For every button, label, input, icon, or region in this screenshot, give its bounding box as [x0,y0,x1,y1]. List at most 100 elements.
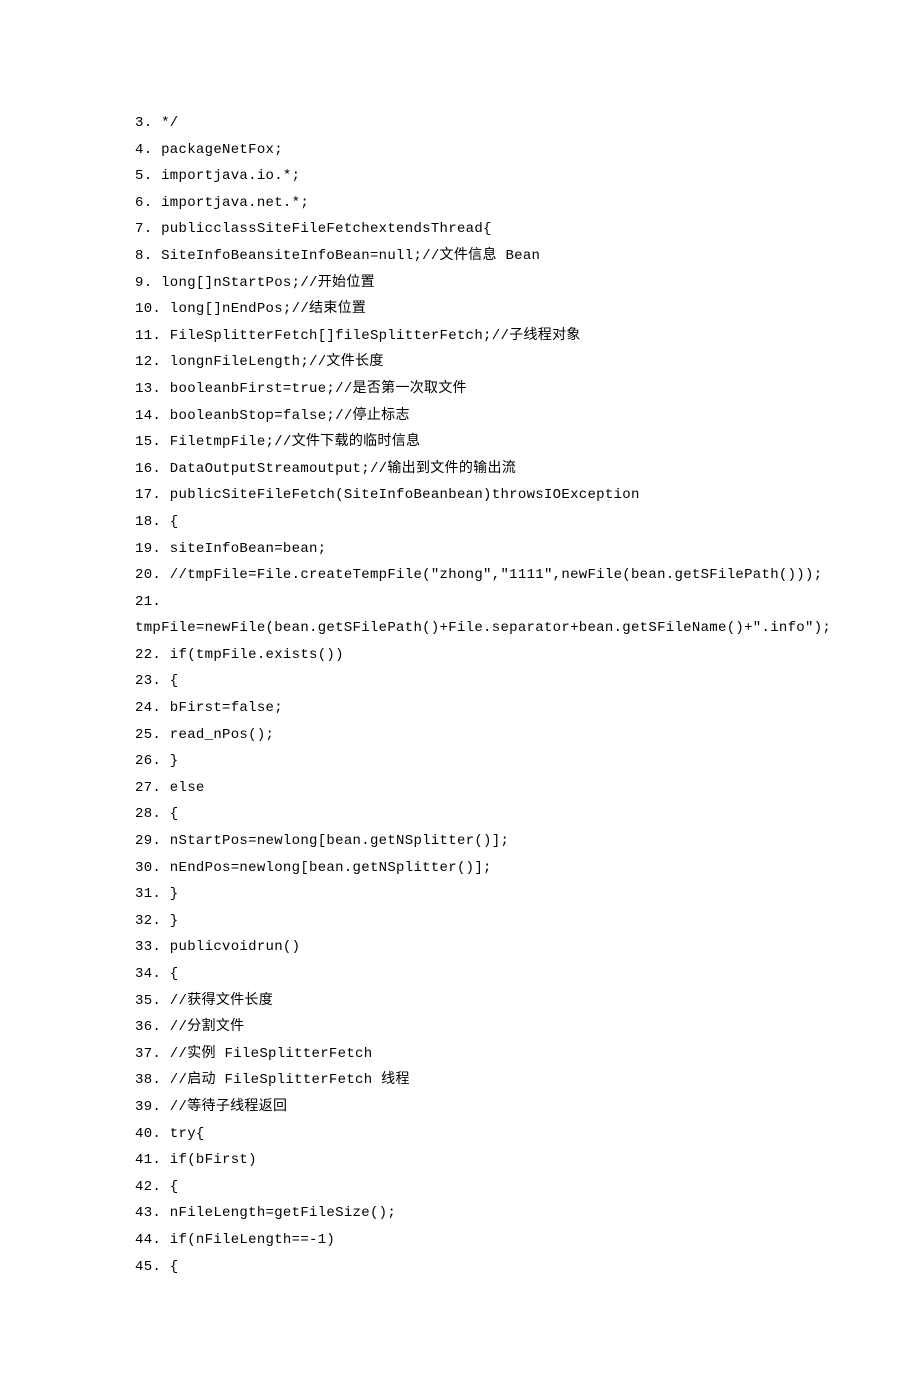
line-number: 32. [135,913,161,929]
line-number: 40. [135,1126,161,1142]
line-number: 39. [135,1099,161,1115]
line-content: //获得文件长度 [161,993,273,1009]
code-line: 18. { [135,509,920,536]
code-line: 17. publicSiteFileFetch(SiteInfoBeanbean… [135,482,920,509]
line-content: publicSiteFileFetch(SiteInfoBeanbean)thr… [161,487,640,503]
line-number: 24. [135,700,161,716]
line-number: 20. [135,567,161,583]
line-content: //分割文件 [161,1019,244,1035]
line-number: 35. [135,993,161,1009]
line-number: 41. [135,1152,161,1168]
line-number: 8. [135,248,152,264]
line-number: 4. [135,142,152,158]
line-number: 27. [135,780,161,796]
code-line: 27. else [135,775,920,802]
line-number: 7. [135,221,152,237]
line-content: bFirst=false; [161,700,283,716]
line-number: 10. [135,301,161,317]
code-line: 4. packageNetFox; [135,137,920,164]
line-content: try{ [161,1126,205,1142]
line-content: //tmpFile=File.createTempFile("zhong","1… [161,567,822,583]
line-number: 26. [135,753,161,769]
line-content: if(bFirst) [161,1152,257,1168]
line-content: publicclassSiteFileFetchextendsThread{ [152,221,491,237]
line-number: 23. [135,673,161,689]
code-line: 15. FiletmpFile;//文件下载的临时信息 [135,429,920,456]
line-number: 37. [135,1046,161,1062]
code-line: 11. FileSplitterFetch[]fileSplitterFetch… [135,323,920,350]
line-number: 29. [135,833,161,849]
code-line: 7. publicclassSiteFileFetchextendsThread… [135,216,920,243]
line-content: DataOutputStreamoutput;//输出到文件的输出流 [161,461,516,477]
line-content: nFileLength=getFileSize(); [161,1205,396,1221]
line-content: { [161,806,178,822]
code-line: 10. long[]nEndPos;//结束位置 [135,296,920,323]
code-line: 33. publicvoidrun() [135,934,920,961]
code-line: 35. //获得文件长度 [135,988,920,1015]
line-number: 19. [135,541,161,557]
code-line: 43. nFileLength=getFileSize(); [135,1200,920,1227]
line-number: 45. [135,1259,161,1275]
code-line: 22. if(tmpFile.exists()) [135,642,920,669]
code-line: 9. long[]nStartPos;//开始位置 [135,270,920,297]
code-line: 19. siteInfoBean=bean; [135,536,920,563]
line-content: booleanbStop=false;//停止标志 [161,408,410,424]
line-number: 22. [135,647,161,663]
line-content: FiletmpFile;//文件下载的临时信息 [161,434,420,450]
line-content: publicvoidrun() [161,939,300,955]
line-number: 15. [135,434,161,450]
code-listing: 3. */4. packageNetFox;5. importjava.io.*… [135,110,920,1280]
line-number: 5. [135,168,152,184]
line-content: long[]nStartPos;//开始位置 [152,275,375,291]
line-number: 31. [135,886,161,902]
code-line: 13. booleanbFirst=true;//是否第一次取文件 [135,376,920,403]
line-number: 16. [135,461,161,477]
code-line: 42. { [135,1174,920,1201]
code-line: 6. importjava.net.*; [135,190,920,217]
line-content: { [161,514,178,530]
line-number: 42. [135,1179,161,1195]
code-line: 37. //实例 FileSplitterFetch [135,1041,920,1068]
line-content: //实例 FileSplitterFetch [161,1046,372,1062]
code-line: 25. read_nPos(); [135,722,920,749]
code-line: 41. if(bFirst) [135,1147,920,1174]
line-number: 25. [135,727,161,743]
line-content: if(nFileLength==-1) [161,1232,335,1248]
code-line: 32. } [135,908,920,935]
code-line: 38. //启动 FileSplitterFetch 线程 [135,1067,920,1094]
line-content: booleanbFirst=true;//是否第一次取文件 [161,381,467,397]
line-content: //启动 FileSplitterFetch 线程 [161,1072,410,1088]
code-line: 3. */ [135,110,920,137]
code-line: 39. //等待子线程返回 [135,1094,920,1121]
code-line: 12. longnFileLength;//文件长度 [135,349,920,376]
line-number: 14. [135,408,161,424]
line-number: 12. [135,354,161,370]
line-content: } [161,913,178,929]
code-line: 14. booleanbStop=false;//停止标志 [135,403,920,430]
code-line: 21. [135,589,920,616]
line-content: //等待子线程返回 [161,1099,287,1115]
code-line: 31. } [135,881,920,908]
line-content: read_nPos(); [161,727,274,743]
code-line: 40. try{ [135,1121,920,1148]
line-number: 9. [135,275,152,291]
code-line: 20. //tmpFile=File.createTempFile("zhong… [135,562,920,589]
line-content: long[]nEndPos;//结束位置 [161,301,366,317]
line-content: SiteInfoBeansiteInfoBean=null;//文件信息 Bea… [152,248,540,264]
code-line: 34. { [135,961,920,988]
line-content: else [161,780,205,796]
code-line: 26. } [135,748,920,775]
line-content: packageNetFox; [152,142,283,158]
line-number: 30. [135,860,161,876]
line-content: { [161,1179,178,1195]
line-number: 43. [135,1205,161,1221]
line-number: 17. [135,487,161,503]
line-number: 6. [135,195,152,211]
code-line: 16. DataOutputStreamoutput;//输出到文件的输出流 [135,456,920,483]
code-line: 45. { [135,1254,920,1281]
line-content: } [161,753,178,769]
line-number: 3. [135,115,152,131]
line-number: 38. [135,1072,161,1088]
line-content: tmpFile=newFile(bean.getSFilePath()+File… [135,620,831,636]
code-line: 8. SiteInfoBeansiteInfoBean=null;//文件信息 … [135,243,920,270]
